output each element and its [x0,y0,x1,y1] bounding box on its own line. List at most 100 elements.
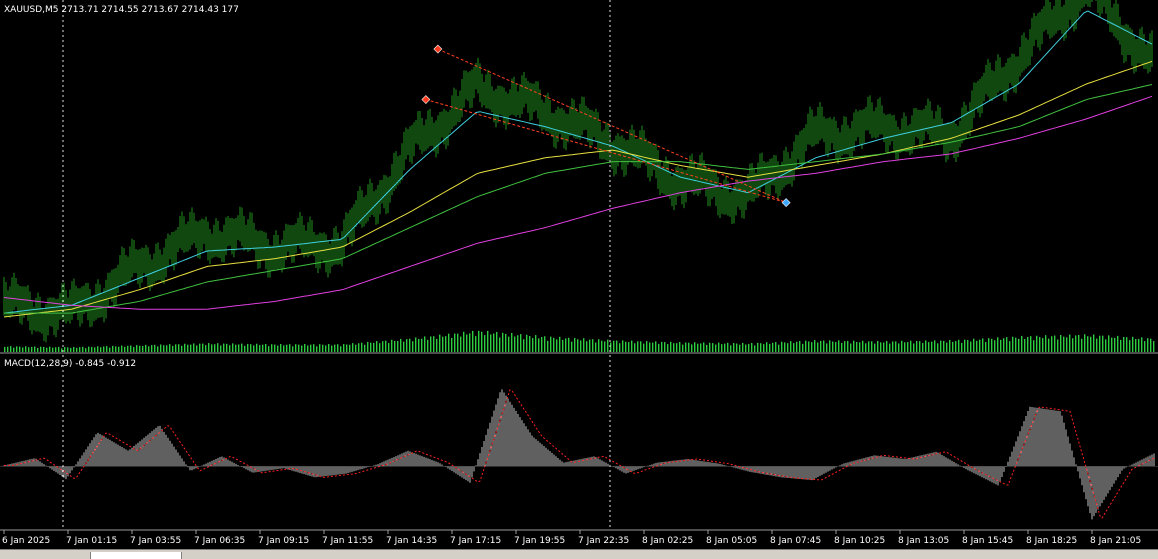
volume-bar [112,345,114,352]
volume-bar [439,334,441,352]
volume-bar [709,342,711,352]
volume-bar [829,340,831,352]
volume-bar [727,342,729,352]
trading-chart[interactable]: 6 Jan 2025 7 Jan 01:15 7 Jan 03:55 7 Jan 06… [0,0,1158,558]
volume-bar [568,337,570,352]
volume-bar [4,346,6,352]
volume-bar [757,342,759,352]
volume-bar [997,337,999,352]
volume-bar [226,343,228,352]
volume-bar [976,340,978,352]
volume-bar [760,343,762,352]
volume-bar [838,340,840,352]
volume-bar [178,344,180,352]
volume-bar [208,343,210,352]
volume-bar [121,345,123,352]
volume-bar [154,344,156,352]
volume-bar [478,330,480,352]
volume-bar [1138,338,1140,352]
volume-bar [901,340,903,352]
time-tick-label: 8 Jan 10:25 [834,536,885,546]
volume-bar [493,333,495,352]
volume-bar [832,341,834,352]
volume-bar [16,346,18,352]
volume-bar [778,344,780,352]
volume-bar [433,336,435,352]
volume-bar [187,344,189,352]
volume-bar [796,341,798,352]
volume-bar [742,342,744,352]
volume-bar [169,344,171,352]
volume-bar [904,342,906,352]
volume-bar [367,341,369,352]
time-tick-label: 7 Jan 17:15 [450,536,501,546]
volume-bar [64,347,66,352]
volume-bar [619,343,621,352]
volume-bar [718,342,720,352]
volume-bar [106,346,108,352]
volume-bar [382,341,384,352]
volume-bar [526,334,528,352]
volume-bar [346,344,348,352]
volume-bar [337,344,339,352]
volume-bar [400,338,402,352]
volume-bar [982,338,984,352]
volume-bar [550,336,552,352]
time-tick-label: 8 Jan 21:05 [1090,536,1141,546]
volume-bar [1102,335,1104,352]
volume-bar [661,341,663,352]
volume-bar [1021,335,1023,352]
volume-bar [46,347,48,352]
volume-bar [805,340,807,352]
volume-bar [1003,338,1005,352]
volume-bar [484,335,486,352]
volume-bar [142,346,144,352]
volume-bar [877,340,879,352]
volume-bar [979,339,981,352]
volume-bar [1153,341,1155,352]
volume-bar [688,342,690,352]
volume-bar [922,343,924,352]
volume-bar [124,346,126,352]
volume-bar [283,345,285,352]
volume-bar [508,336,510,352]
volume-bar [376,341,378,352]
volume-bar [469,333,471,352]
volume-bar [529,336,531,352]
volume-bar [271,344,273,352]
volume-bar [952,341,954,352]
volume-bar [274,344,276,352]
volume-bar [292,346,294,352]
volume-bar [736,343,738,352]
volume-bar [559,336,561,352]
volume-bar [553,337,555,352]
volume-bar [202,343,204,352]
volume-bar [733,343,735,352]
volume-bar [571,341,573,352]
volume-bar [496,331,498,352]
volume-bar [1051,336,1053,352]
volume-bar [580,340,582,352]
volume-bar [244,345,246,352]
volume-bar [790,341,792,352]
volume-bar [1093,334,1095,352]
volume-bar [1063,336,1065,352]
volume-bar [232,343,234,352]
volume-bar [394,340,396,352]
volume-bar [766,342,768,352]
volume-bar [667,344,669,352]
volume-bar [658,343,660,352]
volume-bar [286,344,288,352]
volume-bar [91,346,93,352]
volume-bar [592,339,594,352]
volume-bar [475,336,477,352]
volume-bar [1129,340,1131,352]
volume-bar [574,337,576,352]
volume-bar [958,339,960,352]
volume-bar [817,342,819,352]
volume-bar [67,347,69,352]
volume-bar [322,344,324,352]
volume-bar [841,342,843,352]
volume-bar [1087,336,1089,352]
volume-bar [100,347,102,352]
